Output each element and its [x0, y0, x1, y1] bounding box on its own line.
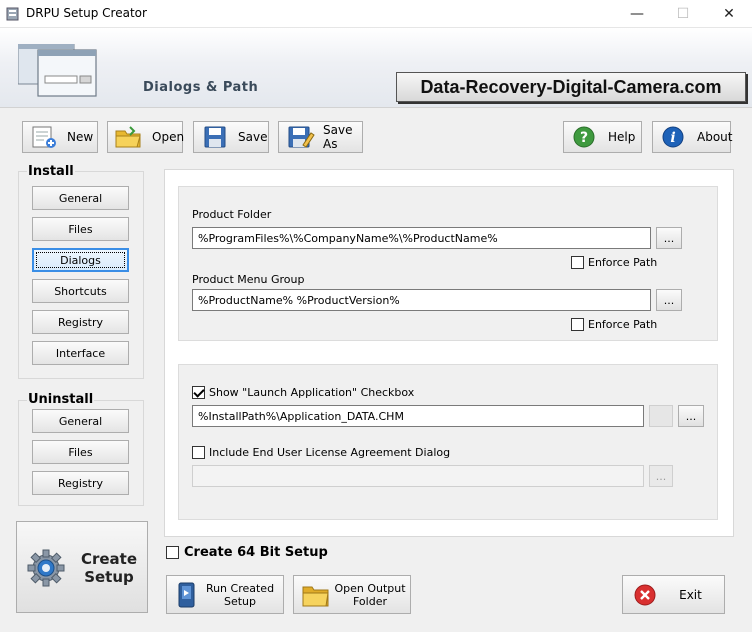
menu-group-browse-button[interactable]: ...	[656, 289, 682, 311]
maximize-button[interactable]: ☐	[660, 0, 706, 28]
app-icon	[6, 7, 19, 21]
open-output-line2: Folder	[353, 594, 387, 608]
run-created-setup-label: Run Created Setup	[197, 582, 283, 608]
open-output-folder-button[interactable]: Open Output Folder	[293, 575, 411, 614]
enforce-path-1[interactable]: Enforce Path	[571, 256, 657, 269]
enforce-path-2-label: Enforce Path	[588, 318, 658, 331]
install-group-label: Install	[27, 164, 75, 179]
eula-option[interactable]: Include End User License Agreement Dialo…	[192, 446, 450, 459]
svg-text:i: i	[670, 130, 675, 146]
eula-checkbox[interactable]	[192, 446, 205, 459]
install-general-button[interactable]: General	[32, 186, 129, 210]
floppy-disk-icon	[204, 126, 226, 148]
install-shortcuts-button[interactable]: Shortcuts	[32, 279, 129, 303]
help-button[interactable]: ? Help	[563, 121, 642, 153]
exit-button[interactable]: Exit	[622, 575, 725, 614]
new-button[interactable]: New	[22, 121, 98, 153]
show-launch-checkbox[interactable]	[192, 386, 205, 399]
install-files-button[interactable]: Files	[32, 217, 129, 241]
uninstall-general-button[interactable]: General	[32, 409, 129, 433]
enforce-path-1-checkbox[interactable]	[571, 256, 584, 269]
create-setup-label: Create Setup	[75, 550, 143, 586]
enforce-path-1-label: Enforce Path	[588, 256, 658, 269]
open-output-line1: Open Output	[334, 581, 406, 595]
help-icon: ?	[573, 126, 595, 148]
eula-label: Include End User License Agreement Dialo…	[209, 446, 451, 459]
save-label: Save	[238, 130, 268, 144]
dialog-windows-icon	[18, 44, 97, 97]
save-button[interactable]: Save	[193, 121, 269, 153]
section-title: Dialogs & Path	[143, 80, 259, 95]
product-folder-browse-button[interactable]: ...	[656, 227, 682, 249]
enforce-path-2-checkbox[interactable]	[571, 318, 584, 331]
eula-browse-button[interactable]: ...	[649, 465, 673, 487]
create-setup-line1: Create	[80, 550, 138, 568]
save-as-icon	[288, 126, 315, 148]
brand-banner: Data-Recovery-Digital-Camera.com	[396, 72, 746, 102]
help-label: Help	[608, 130, 636, 144]
folder-icon	[302, 586, 329, 606]
minimize-button[interactable]: —	[614, 0, 660, 28]
svg-text:?: ?	[580, 130, 588, 146]
create-64-bit-option[interactable]: Create 64 Bit Setup	[166, 545, 328, 560]
exit-label: Exit	[679, 587, 702, 602]
create-setup-line2: Setup	[84, 568, 134, 586]
launch-application-path-input[interactable]: %InstallPath%\Application_DATA.CHM	[192, 405, 644, 427]
about-button[interactable]: i About	[652, 121, 733, 153]
install-dialogs-button[interactable]: Dialogs	[32, 248, 129, 272]
run-setup-icon	[178, 582, 195, 607]
info-icon: i	[662, 126, 684, 148]
create-setup-button[interactable]: Create Setup	[16, 521, 148, 613]
install-interface-button[interactable]: Interface	[32, 341, 129, 365]
show-launch-option[interactable]: Show "Launch Application" Checkbox	[192, 386, 414, 399]
run-line2: Setup	[223, 594, 257, 608]
open-button[interactable]: Open	[107, 121, 185, 153]
install-registry-button[interactable]: Registry	[32, 310, 129, 334]
menu-group-input[interactable]: %ProductName% %ProductVersion%	[192, 289, 651, 311]
launch-color-swatch[interactable]	[649, 405, 673, 427]
enforce-path-2[interactable]: Enforce Path	[571, 318, 657, 331]
exit-icon	[634, 584, 656, 605]
new-document-icon	[32, 126, 56, 148]
product-folder-label: Product Folder	[192, 208, 272, 221]
run-created-setup-button[interactable]: Run Created Setup	[166, 575, 284, 614]
run-line1: Run Created	[205, 581, 275, 595]
show-launch-label: Show "Launch Application" Checkbox	[209, 386, 415, 399]
create-64-bit-checkbox[interactable]	[166, 546, 179, 559]
close-button[interactable]: ✕	[706, 0, 752, 28]
about-label: About	[697, 130, 733, 144]
gear-icon	[27, 549, 65, 587]
uninstall-group-label: Uninstall	[27, 392, 95, 407]
uninstall-registry-button[interactable]: Registry	[32, 471, 129, 495]
open-output-folder-label: Open Output Folder	[330, 582, 410, 608]
window-title: DRPU Setup Creator	[26, 6, 147, 20]
new-label: New	[67, 130, 94, 144]
open-folder-icon	[115, 126, 141, 148]
create-64-bit-label: Create 64 Bit Setup	[184, 545, 328, 560]
save-as-button[interactable]: Save As	[278, 121, 363, 153]
launch-path-browse-button[interactable]: ...	[678, 405, 704, 427]
uninstall-files-button[interactable]: Files	[32, 440, 129, 464]
product-folder-input[interactable]: %ProgramFiles%\%CompanyName%\%ProductNam…	[192, 227, 651, 249]
open-label: Open	[152, 130, 185, 144]
eula-path-input[interactable]	[192, 465, 644, 487]
save-as-label: Save As	[323, 123, 353, 151]
menu-group-label: Product Menu Group	[192, 273, 305, 286]
